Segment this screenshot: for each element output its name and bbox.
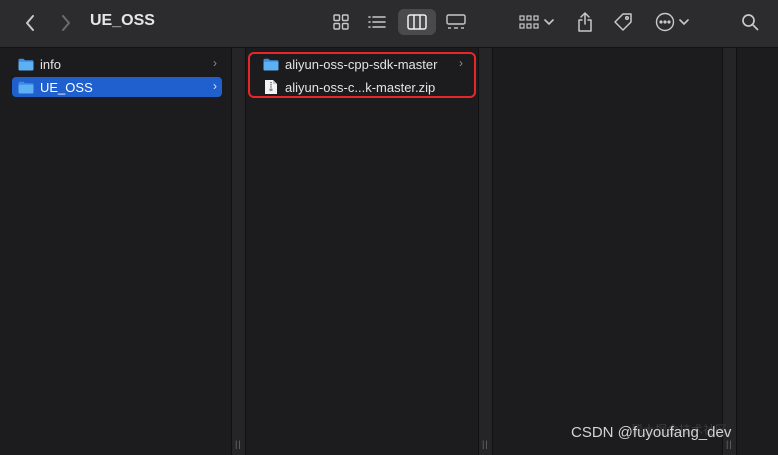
search-button[interactable] xyxy=(737,10,763,34)
sidebar-item-label: info xyxy=(40,56,61,72)
chevron-right-icon: › xyxy=(213,79,217,93)
back-button[interactable] xyxy=(18,11,42,35)
column-view-button[interactable] xyxy=(398,9,436,35)
gallery-icon xyxy=(446,14,466,29)
more-button[interactable] xyxy=(652,10,692,34)
folder-icon xyxy=(18,58,34,70)
highlight-box xyxy=(248,52,476,98)
empty-column[interactable] xyxy=(493,48,722,455)
list-view-button[interactable] xyxy=(362,10,392,34)
search-icon xyxy=(742,14,759,31)
grid-icon xyxy=(333,14,349,30)
icon-view-button[interactable] xyxy=(326,10,356,34)
group-button[interactable] xyxy=(515,10,557,34)
sidebar-item-info[interactable]: info › xyxy=(12,54,222,74)
forward-button[interactable] xyxy=(54,11,78,35)
finder-window: UE_OSS info › UE_OSS › || aliyun-oss-cpp… xyxy=(0,0,778,455)
sidebar-item-label: UE_OSS xyxy=(40,79,93,95)
resize-grip[interactable]: || xyxy=(482,439,489,449)
column-divider[interactable]: || xyxy=(478,48,493,455)
tag-icon xyxy=(614,13,632,31)
group-icon xyxy=(518,15,539,29)
content-column[interactable]: aliyun-oss-cpp-sdk-master › aliyun-oss-c… xyxy=(246,48,478,455)
toolbar: UE_OSS xyxy=(0,0,778,48)
share-button[interactable] xyxy=(572,8,598,36)
chevron-down-icon xyxy=(679,19,689,26)
empty-column[interactable] xyxy=(737,48,778,455)
gallery-view-button[interactable] xyxy=(441,10,471,34)
chevron-down-icon xyxy=(543,19,554,26)
folder-icon xyxy=(18,81,34,93)
chevron-right-icon: › xyxy=(213,56,217,70)
tag-button[interactable] xyxy=(610,9,636,35)
chevron-right-icon xyxy=(62,15,70,31)
column-divider[interactable]: || xyxy=(722,48,737,455)
sidebar-item-ue-oss[interactable]: UE_OSS › xyxy=(12,77,222,97)
columns-icon xyxy=(407,14,427,30)
window-title: UE_OSS xyxy=(90,12,155,29)
share-icon xyxy=(578,12,592,32)
chevron-left-icon xyxy=(26,15,34,31)
parent-column[interactable]: info › UE_OSS › xyxy=(0,48,231,455)
resize-grip[interactable]: || xyxy=(235,439,242,449)
column-divider[interactable]: || xyxy=(231,48,246,455)
more-icon xyxy=(655,12,675,32)
list-icon xyxy=(368,16,386,28)
watermark: CSDN @fuyoufang_dev xyxy=(571,424,732,441)
